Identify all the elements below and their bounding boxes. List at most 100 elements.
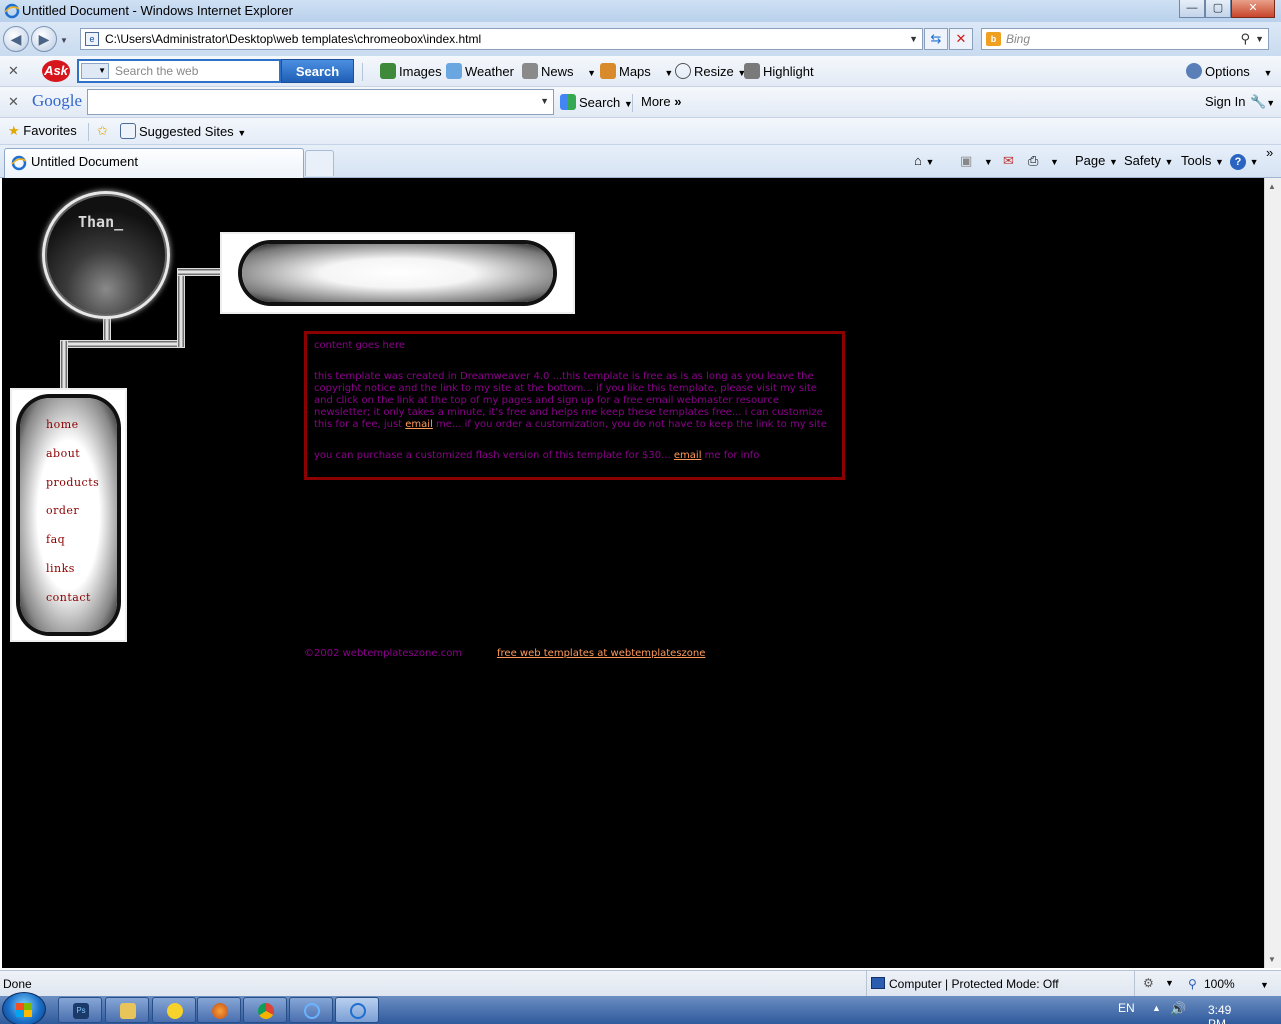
google-search-input[interactable]: ▼: [87, 89, 554, 115]
images-icon: [380, 63, 396, 79]
print-button[interactable]: ⎙ ▼: [1028, 153, 1059, 169]
clock[interactable]: 3:49 PM: [1208, 1003, 1231, 1024]
status-bar: Done Computer | Protected Mode: Off ⚙ ▼ …: [0, 970, 1281, 997]
favorites-button[interactable]: ★ Favorites: [8, 123, 77, 139]
start-button[interactable]: [2, 992, 46, 1024]
back-button[interactable]: ◀: [3, 26, 29, 52]
google-toolbar: ✕ Google ▼ Search ▼ More » Sign In 🔧▼: [0, 87, 1281, 118]
search-options-dropdown-icon[interactable]: ▼: [1255, 29, 1264, 49]
resize-button[interactable]: Resize ▼: [675, 63, 746, 79]
taskbar-messenger[interactable]: [152, 997, 196, 1023]
settings-dropdown-icon[interactable]: ▼: [1266, 98, 1275, 108]
ask-logo[interactable]: Ask: [42, 60, 70, 82]
toolbar-separator: [632, 94, 633, 112]
add-to-favorites-icon[interactable]: ✩: [97, 123, 108, 139]
favorites-bar: ★ Favorites ✩ Suggested Sites ▼: [0, 118, 1281, 145]
highlight-icon: [744, 63, 760, 79]
taskbar-photoshop[interactable]: Ps: [58, 997, 102, 1023]
address-dropdown-icon[interactable]: ▼: [909, 29, 918, 49]
footer-link[interactable]: free web templates at webtemplateszone: [497, 648, 705, 659]
email-link[interactable]: email: [674, 450, 702, 461]
vertical-scrollbar[interactable]: ▲ ▼: [1264, 178, 1281, 968]
copyright-text: ©2002 webtemplateszone.com: [304, 648, 463, 659]
nav-link-products[interactable]: products: [46, 476, 99, 489]
maps-dropdown-icon[interactable]: ▼: [664, 68, 673, 78]
read-mail-button[interactable]: ✉: [1003, 153, 1014, 169]
show-hidden-icons-icon[interactable]: ▲: [1152, 1003, 1161, 1013]
bing-search-input[interactable]: b Bing ⚲ ▼: [981, 28, 1269, 50]
images-button[interactable]: Images: [380, 63, 442, 79]
news-icon: [522, 63, 538, 79]
suggested-dropdown-icon[interactable]: ▼: [237, 128, 246, 138]
email-link[interactable]: email: [405, 419, 433, 430]
refresh-button[interactable]: ⇆: [924, 28, 948, 50]
security-zone[interactable]: Computer | Protected Mode: Off: [866, 971, 1134, 997]
safety-menu[interactable]: Safety ▼: [1124, 153, 1173, 168]
close-toolbar-icon[interactable]: ✕: [8, 94, 19, 110]
scroll-up-icon[interactable]: ▲: [1268, 182, 1276, 191]
highlight-button[interactable]: Highlight: [744, 63, 814, 79]
nav-link-order[interactable]: order: [46, 504, 79, 517]
taskbar-ie-1[interactable]: [289, 997, 333, 1023]
nav-link-contact[interactable]: contact: [46, 591, 91, 604]
zoom-icon: ⚲: [1188, 977, 1197, 991]
search-icon[interactable]: ⚲: [1240, 29, 1250, 49]
ask-search-input[interactable]: ▼ Search the web: [77, 59, 281, 83]
recent-pages-dropdown[interactable]: ▼: [60, 36, 68, 45]
nav-link-links[interactable]: links: [46, 562, 75, 575]
language-indicator[interactable]: EN: [1118, 1001, 1135, 1015]
more-button[interactable]: More »: [641, 94, 681, 109]
content-box: content goes here this template was crea…: [304, 331, 845, 480]
tab-untitled-document[interactable]: Untitled Document: [4, 148, 304, 178]
google-search-button[interactable]: Search ▼: [560, 94, 633, 110]
home-button[interactable]: ⌂ ▼: [914, 153, 934, 168]
scroll-down-icon[interactable]: ▼: [1268, 955, 1276, 964]
taskbar-firefox[interactable]: [197, 997, 241, 1023]
print-dropdown-icon[interactable]: ▼: [1050, 157, 1059, 167]
sign-in-button[interactable]: Sign In: [1205, 94, 1245, 109]
chrome-pipe: [177, 268, 222, 276]
minimize-button[interactable]: —: [1179, 0, 1205, 18]
protected-mode-cell[interactable]: ⚙ ▼: [1134, 971, 1186, 997]
taskbar-ie-2[interactable]: [335, 997, 379, 1023]
nav-link-faq[interactable]: faq: [46, 533, 65, 546]
address-input[interactable]: e C:\Users\Administrator\Desktop\web tem…: [80, 28, 923, 50]
chrome-orb: [42, 191, 170, 319]
feeds-button[interactable]: ▣ ▼: [960, 153, 993, 169]
volume-icon[interactable]: 🔊: [1170, 1001, 1186, 1017]
help-menu[interactable]: ? ▼: [1230, 153, 1259, 170]
back-arrow-icon: ◀: [10, 31, 22, 47]
close-toolbar-icon[interactable]: ✕: [8, 63, 19, 79]
close-window-button[interactable]: ✕: [1231, 0, 1275, 18]
options-button[interactable]: Options ▼: [1186, 63, 1272, 79]
maximize-button[interactable]: ▢: [1205, 0, 1231, 18]
weather-button[interactable]: Weather: [446, 63, 514, 79]
feeds-dropdown-icon[interactable]: ▼: [984, 157, 993, 167]
new-tab-button[interactable]: [305, 150, 334, 176]
stop-button[interactable]: ✕: [949, 28, 973, 50]
window-title: Untitled Document - Windows Internet Exp…: [22, 3, 293, 18]
tools-menu[interactable]: Tools ▼: [1181, 153, 1224, 168]
taskbar-chrome[interactable]: [243, 997, 287, 1023]
bing-icon: b: [986, 32, 1001, 46]
google-history-dropdown-icon[interactable]: ▼: [540, 96, 549, 106]
search-scope-dropdown-icon[interactable]: ▼: [81, 63, 109, 79]
news-button[interactable]: News ▼: [522, 63, 596, 79]
suggested-sites-button[interactable]: Suggested Sites ▼: [120, 123, 246, 139]
maps-button[interactable]: Maps ▼: [600, 63, 673, 79]
news-dropdown-icon[interactable]: ▼: [587, 68, 596, 78]
nav-link-home[interactable]: home: [46, 418, 79, 431]
forward-button[interactable]: ▶: [31, 26, 57, 52]
google-logo[interactable]: Google: [32, 91, 82, 111]
home-dropdown-icon[interactable]: ▼: [925, 157, 934, 167]
wrench-icon[interactable]: 🔧▼: [1250, 94, 1275, 110]
paragraph-text: me for info: [704, 450, 760, 461]
command-bar-overflow-icon[interactable]: »: [1266, 145, 1273, 160]
options-dropdown-icon[interactable]: ▼: [1263, 68, 1272, 78]
chrome-icon: [258, 1003, 274, 1019]
zoom-control[interactable]: ⚲ 100% ▼: [1186, 971, 1269, 997]
nav-link-about[interactable]: about: [46, 447, 80, 460]
page-menu[interactable]: Page ▼: [1075, 153, 1118, 168]
taskbar-explorer[interactable]: [105, 997, 149, 1023]
ask-search-button[interactable]: Search: [281, 59, 354, 83]
